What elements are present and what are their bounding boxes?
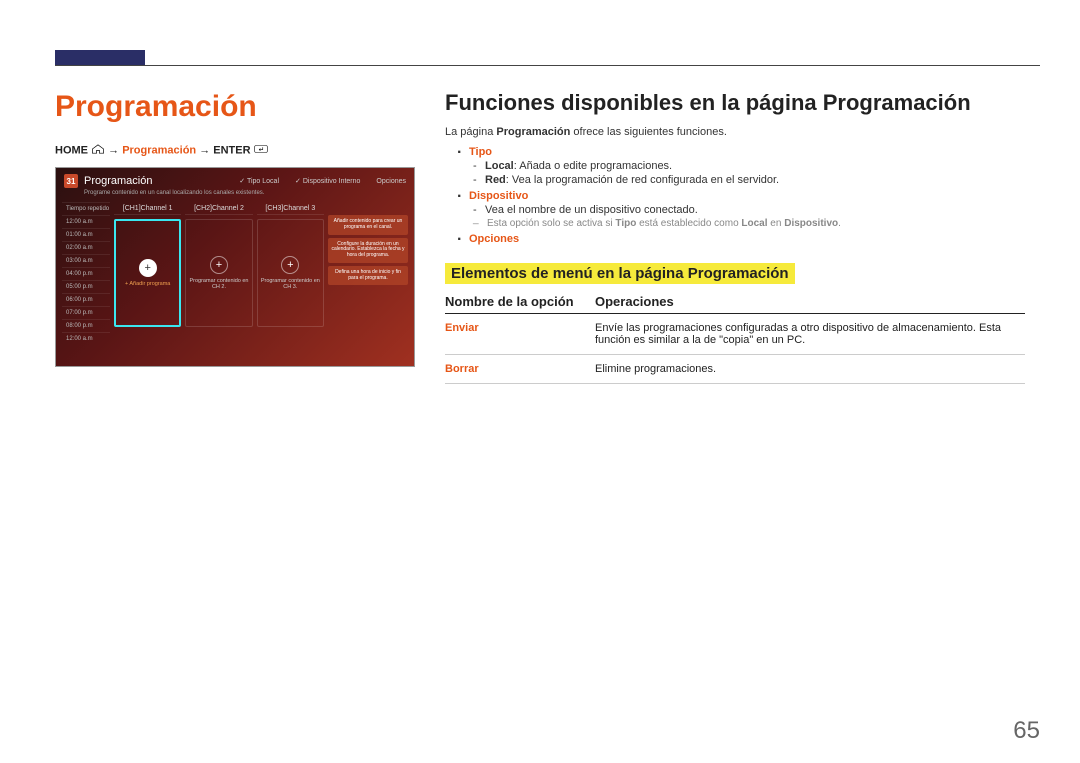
ss-time: 05:00 p.m (62, 280, 110, 293)
ss-side-box: Añadir contenido para crear un programa … (328, 215, 408, 235)
ss-ch-label: Programar contenido en CH 2. (186, 278, 251, 290)
home-icon (91, 144, 105, 157)
ss-time: 01:00 a.m (62, 228, 110, 241)
calendar-number: 31 (67, 177, 76, 186)
ss-channel-2: [CH2]Channel 2 + Programar contenido en … (185, 202, 252, 352)
right-column: Funciones disponibles en la página Progr… (445, 90, 1025, 384)
breadcrumb-enter: ENTER (213, 144, 250, 156)
ss-ch-card: + Programar contenido en CH 2. (185, 219, 252, 327)
ui-screenshot: 31 Programación ✓ Tipo Local ✓ Dispositi… (55, 167, 415, 367)
ss-subtitle: Programe contenido en un canal localizan… (56, 190, 414, 202)
bullet-tipo: Tipo Local: Añada o edite programaciones… (445, 146, 1025, 186)
row-desc: Elimine programaciones. (595, 363, 1025, 375)
note-line: Esta opción solo se activa si Tipo está … (469, 218, 1025, 229)
ss-ch-card: + Programar contenido en CH 3. (257, 219, 324, 327)
plus-icon: + (210, 256, 228, 274)
bullet-dispositivo: Dispositivo Vea el nombre de un disposit… (445, 190, 1025, 229)
breadcrumb-programacion: Programación (122, 144, 196, 156)
breadcrumb: HOME → Programación → ENTER (55, 144, 415, 157)
page-number: 65 (1013, 717, 1040, 745)
table-header: Nombre de la opción Operaciones (445, 294, 1025, 314)
bullet-opciones: Opciones (445, 233, 1025, 245)
ss-time: 06:00 p.m (62, 293, 110, 306)
ss-time: 12:00 a.m (62, 215, 110, 228)
section-heading: Funciones disponibles en la página Progr… (445, 90, 1025, 116)
ss-time: 03:00 a.m (62, 254, 110, 267)
left-column: Programación HOME → Programación → ENTER… (55, 90, 415, 384)
breadcrumb-arrow-1: → (108, 144, 119, 156)
subsection-heading: Elementos de menú en la página Programac… (445, 263, 795, 284)
ss-top-opciones: Opciones (376, 178, 406, 185)
sub-bullets: Local: Añada o edite programaciones. Red… (469, 160, 1025, 186)
ss-times-column: Tiempo repetido 12:00 a.m 01:00 a.m 02:0… (62, 202, 110, 352)
ss-time: 02:00 a.m (62, 241, 110, 254)
ss-ch-card: + + Añadir programa (114, 219, 181, 327)
header-rule (55, 65, 1040, 66)
table-row: Borrar Elimine programaciones. (445, 355, 1025, 384)
sub-bullet: Local: Añada o edite programaciones. (469, 160, 1025, 172)
ss-time: 07:00 p.m (62, 306, 110, 319)
ss-body: Tiempo repetido 12:00 a.m 01:00 a.m 02:0… (56, 202, 414, 352)
ss-side-box: Defina una hora de inicio y fin para el … (328, 266, 408, 286)
ss-time: 04:00 p.m (62, 267, 110, 280)
bullet-list: Tipo Local: Añada o edite programaciones… (445, 146, 1025, 245)
plus-icon: + (139, 259, 157, 277)
ss-ch-label: + Añadir programa (123, 281, 172, 287)
ss-top-dispositivo: ✓ Dispositivo Interno (295, 177, 360, 185)
ss-ch-head: [CH1]Channel 1 (114, 202, 181, 215)
ss-time: 12:00 a.m (62, 332, 110, 345)
table-row: Enviar Envíe las programaciones configur… (445, 314, 1025, 355)
ss-channel-1: [CH1]Channel 1 + + Añadir programa (114, 202, 181, 352)
header-accent-block (55, 50, 145, 65)
ss-side-box: Configure la duración en un calendario. … (328, 238, 408, 263)
page: Programación HOME → Programación → ENTER… (0, 0, 1080, 763)
enter-icon (254, 144, 268, 157)
row-desc: Envíe las programaciones configuradas a … (595, 322, 1025, 346)
intro-text: La página Programación ofrece las siguie… (445, 126, 1025, 138)
row-name-borrar: Borrar (445, 363, 595, 375)
sub-bullet: Red: Vea la programación de red configur… (469, 174, 1025, 186)
ss-channel-3: [CH3]Channel 3 + Programar contenido en … (257, 202, 324, 352)
th-operaciones: Operaciones (595, 294, 1025, 309)
row-name-enviar: Enviar (445, 322, 595, 346)
ss-header: 31 Programación ✓ Tipo Local ✓ Dispositi… (56, 168, 414, 190)
ss-times-header: Tiempo repetido (62, 202, 110, 215)
ss-side-panel: Añadir contenido para crear un programa … (328, 202, 408, 352)
ss-ch-head: [CH2]Channel 2 (185, 202, 252, 215)
ss-time: 08:00 p.m (62, 319, 110, 332)
breadcrumb-home: HOME (55, 144, 88, 156)
th-nombre: Nombre de la opción (445, 294, 595, 309)
ss-ch-head: [CH3]Channel 3 (257, 202, 324, 215)
plus-icon: + (281, 256, 299, 274)
sub-bullets: Vea el nombre de un dispositivo conectad… (469, 204, 1025, 216)
ss-ch-label: Programar contenido en CH 3. (258, 278, 323, 290)
ss-top-tipo: ✓ Tipo Local (239, 177, 279, 185)
ss-title: Programación (84, 175, 152, 187)
breadcrumb-arrow-2: → (199, 144, 210, 156)
page-title: Programación (55, 90, 415, 124)
calendar-icon: 31 (64, 174, 78, 188)
ss-channels: [CH1]Channel 1 + + Añadir programa [CH2]… (110, 202, 328, 352)
sub-bullet: Vea el nombre de un dispositivo conectad… (469, 204, 1025, 216)
columns: Programación HOME → Programación → ENTER… (55, 90, 1040, 384)
